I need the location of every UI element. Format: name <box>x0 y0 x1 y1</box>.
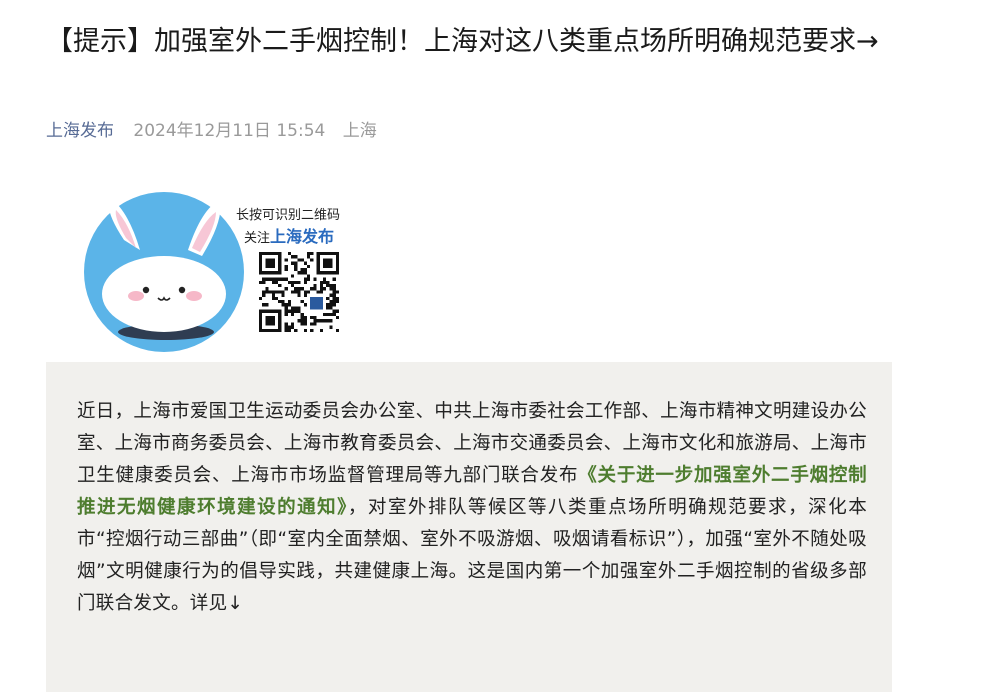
bunny-mascot-icon <box>84 192 244 352</box>
article-body-card: 近日，上海市爱国卫生运动委员会办公室、中共上海市委社会工作部、上海市精神文明建设… <box>46 362 892 692</box>
qr-code-icon[interactable] <box>259 252 339 332</box>
qr-follow-brand: 上海发布 <box>270 227 335 246</box>
author-link[interactable]: 上海发布 <box>46 121 114 141</box>
article-paragraph: 近日，上海市爱国卫生运动委员会办公室、中共上海市委社会工作部、上海市精神文明建设… <box>77 396 867 620</box>
article-meta: 上海发布 2024年12月11日 15:54 上海 <box>46 116 377 141</box>
article-title: 【提示】加强室外二手烟控制！上海对这八类重点场所明确规范要求→ <box>46 26 879 57</box>
qr-follow-prefix: 关注 <box>244 231 271 246</box>
publish-location: 上海 <box>342 121 377 141</box>
qr-follow-text: 关注上海发布 <box>244 223 334 247</box>
follow-banner: 长按可识别二维码 关注上海发布 <box>84 190 384 360</box>
publish-date: 2024年12月11日 15:54 <box>133 121 326 141</box>
qr-hint-text: 长按可识别二维码 <box>236 208 341 223</box>
